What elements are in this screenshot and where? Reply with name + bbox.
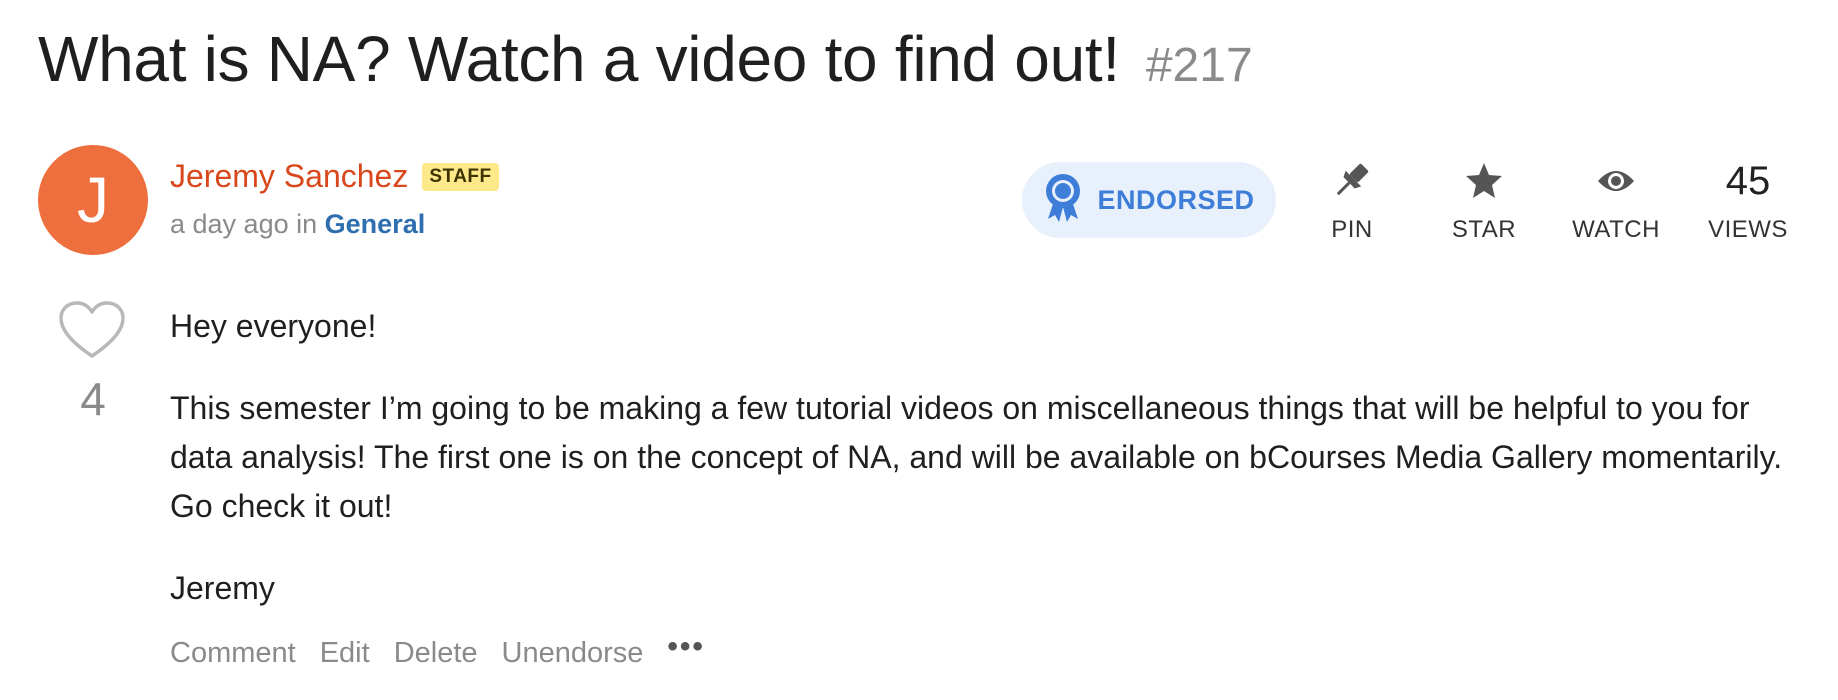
heart-icon[interactable] xyxy=(58,300,126,365)
more-icon[interactable]: ••• xyxy=(667,630,705,664)
post-meta: a day ago in General xyxy=(170,209,425,240)
delete-button[interactable]: Delete xyxy=(394,637,478,670)
views-count: 45 xyxy=(1725,159,1771,203)
pin-label: PIN xyxy=(1331,216,1373,243)
unendorse-button[interactable]: Unendorse xyxy=(502,637,644,670)
author-line: Jeremy Sanchez STAFF xyxy=(170,158,499,195)
endorsed-badge: ENDORSED xyxy=(1022,162,1276,238)
pin-icon xyxy=(1332,158,1372,204)
watch-label: WATCH xyxy=(1572,216,1660,243)
category-link[interactable]: General xyxy=(325,209,426,239)
star-label: STAR xyxy=(1451,216,1517,243)
staff-badge: STAFF xyxy=(422,162,499,191)
post-number: #217 xyxy=(1145,39,1253,92)
post-paragraph: This semester I’m going to be making a f… xyxy=(170,390,1783,524)
thread-title: What is NA? Watch a video to find out! xyxy=(38,23,1120,95)
eye-icon xyxy=(1596,158,1636,204)
views-label: VIEWS xyxy=(1708,216,1788,243)
watch-button[interactable]: WATCH xyxy=(1556,158,1676,244)
thread-title-row: What is NA? Watch a video to find out! #… xyxy=(38,22,1253,96)
post-time: a day ago xyxy=(170,209,289,239)
post-actions: Comment Edit Delete Unendorse ••• xyxy=(170,630,705,670)
pin-button[interactable]: PIN xyxy=(1292,158,1412,244)
author-name[interactable]: Jeremy Sanchez xyxy=(170,158,408,195)
comment-button[interactable]: Comment xyxy=(170,637,296,670)
post-meta-in: in xyxy=(296,209,318,239)
post-signature: Jeremy xyxy=(170,570,275,606)
edit-button[interactable]: Edit xyxy=(320,637,370,670)
star-icon xyxy=(1464,158,1504,204)
post-body: Hey everyone! This semester I’m going to… xyxy=(170,302,1790,646)
endorsed-label: ENDORSED xyxy=(1097,184,1255,215)
star-button[interactable]: STAR xyxy=(1424,158,1544,244)
views-counter: 45 VIEWS xyxy=(1688,158,1808,244)
post-greeting: Hey everyone! xyxy=(170,308,377,344)
award-icon xyxy=(1043,173,1097,228)
avatar[interactable]: J xyxy=(38,145,148,255)
like-count: 4 xyxy=(80,373,106,425)
